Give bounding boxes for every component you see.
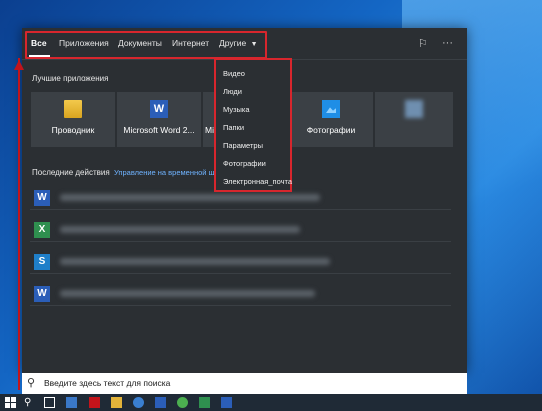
feedback-icon[interactable]: ⚐ bbox=[418, 37, 428, 50]
store-icon[interactable] bbox=[155, 397, 166, 408]
annotation-line bbox=[18, 58, 20, 390]
search-bar[interactable]: ⚲ Введите здесь текст для поиска bbox=[22, 373, 467, 394]
blurred-filename bbox=[60, 226, 300, 233]
dropdown-item-video[interactable]: Видео bbox=[223, 69, 245, 78]
dropdown-item-email[interactable]: Электронная_почта bbox=[223, 177, 292, 186]
excel-icon[interactable] bbox=[199, 397, 210, 408]
excel-icon: X bbox=[34, 222, 50, 238]
task-view-icon[interactable] bbox=[44, 397, 55, 408]
app-tile-label: Фотографии bbox=[306, 125, 356, 135]
mail-icon[interactable] bbox=[66, 397, 77, 408]
word-icon[interactable] bbox=[221, 397, 232, 408]
other-dropdown-menu: Видео Люди Музыка Папки Параметры Фотогр… bbox=[214, 58, 292, 192]
edge-icon[interactable] bbox=[133, 397, 144, 408]
blurred-app-icon bbox=[405, 100, 423, 118]
app-tile-photos[interactable]: Фотографии bbox=[289, 92, 373, 147]
search-input[interactable]: Введите здесь текст для поиска bbox=[44, 378, 170, 388]
pinned-app-icon[interactable] bbox=[89, 397, 100, 408]
sway-icon: S bbox=[34, 254, 50, 270]
blurred-filename bbox=[60, 258, 330, 265]
recent-item[interactable]: S bbox=[30, 250, 451, 274]
taskbar: ⚲ bbox=[0, 394, 542, 411]
chrome-icon[interactable] bbox=[177, 397, 188, 408]
folder-icon bbox=[64, 100, 82, 118]
blurred-filename bbox=[60, 194, 320, 201]
recent-actions-title: Последние действия bbox=[32, 168, 110, 177]
annotation-arrow bbox=[14, 60, 24, 70]
search-icon[interactable]: ⚲ bbox=[24, 397, 35, 408]
search-tabs: Все Приложения Документы Интернет Другие… bbox=[22, 28, 467, 60]
recent-item[interactable]: W bbox=[30, 282, 451, 306]
dropdown-item-folders[interactable]: Папки bbox=[223, 123, 244, 132]
word-icon: W bbox=[34, 190, 50, 206]
dropdown-item-photos[interactable]: Фотографии bbox=[223, 159, 266, 168]
dropdown-item-music[interactable]: Музыка bbox=[223, 105, 250, 114]
folder-icon[interactable] bbox=[111, 397, 122, 408]
recent-item[interactable]: X bbox=[30, 218, 451, 242]
word-icon: W bbox=[150, 100, 168, 118]
app-tile-word[interactable]: W Microsoft Word 2... bbox=[117, 92, 201, 147]
app-tile-explorer[interactable]: Проводник bbox=[31, 92, 115, 147]
top-apps-title: Лучшие приложения bbox=[32, 74, 109, 83]
word-icon: W bbox=[34, 286, 50, 302]
search-icon: ⚲ bbox=[27, 377, 36, 389]
app-tile-blurred[interactable] bbox=[375, 92, 453, 147]
blurred-filename bbox=[60, 290, 315, 297]
manage-timeline-link[interactable]: Управление на временной ш bbox=[114, 168, 215, 177]
windows-start-icon[interactable] bbox=[5, 397, 16, 408]
dropdown-item-settings[interactable]: Параметры bbox=[223, 141, 263, 150]
tabs-highlight-box bbox=[25, 31, 267, 59]
dropdown-item-people[interactable]: Люди bbox=[223, 87, 242, 96]
photos-icon bbox=[322, 100, 340, 118]
app-tile-label: Проводник bbox=[51, 125, 95, 135]
more-options-icon[interactable]: ··· bbox=[442, 37, 453, 49]
app-tile-label: Microsoft Word 2... bbox=[123, 125, 195, 135]
